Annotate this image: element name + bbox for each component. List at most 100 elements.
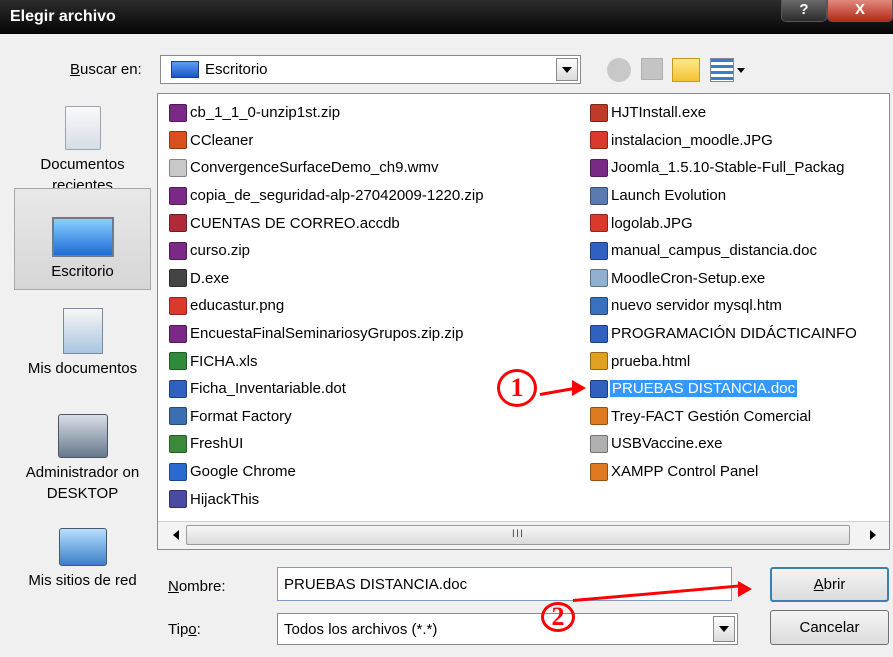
file-item[interactable]: nuevo servidor mysql.htm <box>590 292 857 320</box>
setup-icon <box>590 269 608 288</box>
file-item[interactable]: FICHA.xls <box>169 347 484 375</box>
file-item[interactable]: manual_campus_distancia.doc <box>590 237 857 265</box>
ccleaner-icon <box>169 131 187 150</box>
file-item[interactable]: Joomla_1.5.10-Stable-Full_Packag <box>590 154 857 182</box>
new-folder-icon[interactable] <box>672 58 700 82</box>
file-list[interactable]: cb_1_1_0-unzip1st.zip CCleaner Convergence… <box>157 93 890 550</box>
file-item[interactable]: instalacion_moodle.JPG <box>590 127 857 155</box>
file-item[interactable]: FreshUI <box>169 430 484 458</box>
file-name: nuevo servidor mysql.htm <box>611 297 782 315</box>
chrome-icon <box>590 352 608 371</box>
shortcut-icon <box>590 407 608 426</box>
arrow-head-icon <box>738 581 752 597</box>
file-type-dropdown[interactable]: Todos los archivos (*.*) <box>277 613 738 645</box>
desktop-icon <box>51 217 114 257</box>
winrar-icon <box>169 241 187 260</box>
winrar-icon <box>169 324 187 343</box>
file-name: USBVaccine.exe <box>611 435 723 453</box>
file-name: instalacion_moodle.JPG <box>611 131 773 149</box>
view-menu-icon[interactable] <box>710 58 734 82</box>
chevron-down-icon[interactable] <box>737 68 745 73</box>
file-name: ConvergenceSurfaceDemo_ch9.wmv <box>190 159 439 177</box>
file-item[interactable]: ConvergenceSurfaceDemo_ch9.wmv <box>169 154 484 182</box>
file-item[interactable]: XAMPP Control Panel <box>590 458 857 486</box>
file-item[interactable]: curso.zip <box>169 237 484 265</box>
place-administrator[interactable]: Administrador on DESKTOP <box>14 414 151 504</box>
file-name: CUENTAS DE CORREO.accdb <box>190 214 400 232</box>
file-name: HijackThis <box>190 490 260 508</box>
place-recent-documents[interactable]: Documentos recientes <box>14 106 151 196</box>
file-name: EncuestaFinalSeminariosyGrupos.zip.zip <box>190 325 464 343</box>
file-item[interactable]: prueba.html <box>590 347 857 375</box>
file-name-input[interactable] <box>277 567 732 601</box>
file-name: FreshUI <box>190 435 244 453</box>
file-name: logolab.JPG <box>611 214 693 232</box>
place-my-documents[interactable]: Mis documentos <box>14 308 151 379</box>
file-name: Joomla_1.5.10-Stable-Full_Packag <box>611 159 845 177</box>
file-item[interactable]: Format Factory <box>169 403 484 431</box>
file-name: D.exe <box>190 269 230 287</box>
file-item[interactable]: USBVaccine.exe <box>590 430 857 458</box>
place-network[interactable]: Mis sitios de red <box>14 528 151 591</box>
dropdown-arrow-icon[interactable] <box>556 58 578 81</box>
word-icon <box>169 379 187 398</box>
file-item[interactable]: MoodleCron-Setup.exe <box>590 265 857 293</box>
arrow-head-icon <box>572 380 586 396</box>
winrar-icon <box>590 158 608 177</box>
file-item[interactable]: HijackThis <box>169 485 484 513</box>
word-icon <box>590 324 608 343</box>
back-icon[interactable] <box>607 58 631 82</box>
image-icon <box>590 131 608 150</box>
shortcut-icon <box>169 462 187 481</box>
file-item[interactable]: EncuestaFinalSeminariosyGrupos.zip.zip <box>169 320 484 348</box>
file-item[interactable]: D.exe <box>169 265 484 293</box>
lookin-value: Escritorio <box>205 61 268 78</box>
close-button[interactable]: X <box>827 0 893 22</box>
file-item[interactable]: Ficha_Inventariable.dot <box>169 375 484 403</box>
image-icon <box>169 296 187 315</box>
syringe-icon <box>590 434 608 453</box>
file-item[interactable]: CUENTAS DE CORREO.accdb <box>169 209 484 237</box>
shortcut-icon <box>590 186 608 205</box>
place-desktop[interactable]: Escritorio <box>14 188 151 290</box>
file-name: educastur.png <box>190 297 285 315</box>
name-label: Nombre: <box>168 578 226 595</box>
up-folder-icon[interactable] <box>641 58 663 80</box>
file-name: FICHA.xls <box>190 352 258 370</box>
place-label: Mis sitios de red <box>28 572 137 589</box>
file-item[interactable]: HJTInstall.exe <box>590 99 857 127</box>
file-column-2: HJTInstall.exe instalacion_moodle.JPG Joom… <box>590 99 857 485</box>
places-bar: Documentos recientes Escritorio Mis docu… <box>0 96 153 616</box>
lookin-dropdown[interactable]: Escritorio <box>160 55 581 84</box>
file-name: copia_de_seguridad-alp-27042009-1220.zip <box>190 187 484 205</box>
file-name: HJTInstall.exe <box>611 104 707 122</box>
file-item[interactable]: cb_1_1_0-unzip1st.zip <box>169 99 484 127</box>
file-item[interactable]: Trey-FACT Gestión Comercial <box>590 403 857 431</box>
type-label: Tipo: <box>168 621 201 638</box>
file-item[interactable]: copia_de_seguridad-alp-27042009-1220.zip <box>169 182 484 210</box>
image-icon <box>590 214 608 233</box>
file-item[interactable]: educastur.png <box>169 292 484 320</box>
place-label: Escritorio <box>51 263 114 280</box>
scrollbar-thumb[interactable]: III <box>186 525 850 545</box>
cancel-button[interactable]: Cancelar <box>770 610 889 645</box>
dropdown-arrow-icon[interactable] <box>713 616 735 642</box>
file-name: Trey-FACT Gestión Comercial <box>611 407 812 425</box>
winrar-icon <box>169 103 187 122</box>
place-label: Administrador on DESKTOP <box>25 464 140 502</box>
help-button[interactable]: ? <box>781 0 827 22</box>
web-document-icon <box>590 296 608 315</box>
open-button[interactable]: Abrir <box>770 567 889 602</box>
shortcut-icon <box>169 490 187 509</box>
file-item[interactable]: PROGRAMACIÓN DIDÁCTICAINFO <box>590 320 857 348</box>
excel-icon <box>169 352 187 371</box>
file-item[interactable]: PRUEBAS DISTANCIA.doc <box>590 375 857 403</box>
file-item[interactable]: Google Chrome <box>169 458 484 486</box>
file-item[interactable]: CCleaner <box>169 127 484 155</box>
scroll-left-icon[interactable] <box>166 525 186 545</box>
access-icon <box>169 214 187 233</box>
file-item[interactable]: Launch Evolution <box>590 182 857 210</box>
horizontal-scrollbar[interactable]: III <box>158 521 889 549</box>
file-item[interactable]: logolab.JPG <box>590 209 857 237</box>
scroll-right-icon[interactable] <box>863 525 883 545</box>
